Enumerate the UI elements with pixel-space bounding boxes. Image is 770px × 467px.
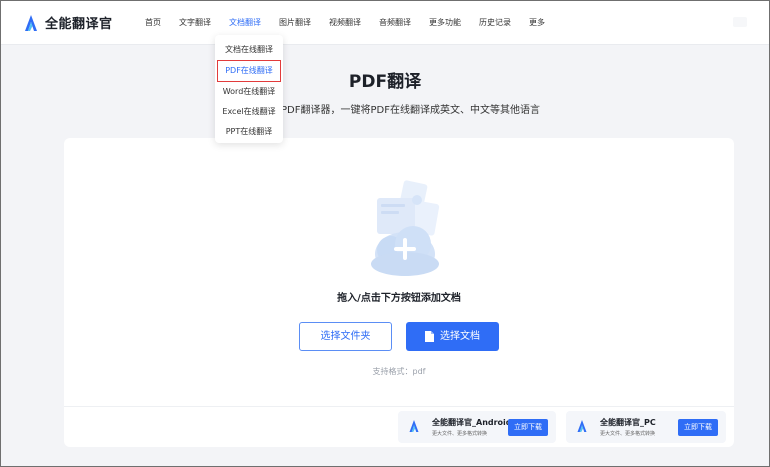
app-window: 全能翻译官 首页 文字翻译 文档翻译 图片翻译 视频翻译 音频翻译 更多功能 历… <box>0 0 770 467</box>
promo-title: 全能翻译官_Android <box>432 418 512 427</box>
nav-audio-translate[interactable]: 音频翻译 <box>372 1 418 45</box>
nav-more-features[interactable]: 更多功能 <box>422 1 468 45</box>
supported-formats: 支持格式：pdf <box>372 367 426 376</box>
page-title: PDF翻译 <box>348 72 422 92</box>
nav-more[interactable]: 更多 <box>522 1 552 45</box>
promo-pc: 全能翻译官_PC 更大文件、更多格式转换 立即下载 <box>566 411 726 443</box>
dropdown-item-word[interactable]: Word在线翻译 <box>217 82 281 102</box>
logo-icon <box>577 420 587 432</box>
download-pc-button[interactable]: 立即下载 <box>678 419 718 436</box>
promo-android: 全能翻译官_Android 更大文件、更多格式转换 立即下载 <box>398 411 556 443</box>
promo-desc: 更大文件、更多格式转换 <box>432 431 488 437</box>
promo-desc: 更大文件、更多格式转换 <box>600 431 656 437</box>
card-divider <box>64 406 734 407</box>
dropdown-item-ppt[interactable]: PPT在线翻译 <box>217 122 281 142</box>
header-placeholder <box>733 17 747 27</box>
nav-video-translate[interactable]: 视频翻译 <box>322 1 368 45</box>
top-header: 全能翻译官 首页 文字翻译 文档翻译 图片翻译 视频翻译 音频翻译 更多功能 历… <box>1 1 769 45</box>
upload-card[interactable]: 拖入/点击下方按钮添加文档 选择文件夹 选择文档 支持格式：pdf 全能翻译官_… <box>64 138 734 447</box>
logo-icon <box>409 420 419 432</box>
document-icon <box>425 331 434 342</box>
page-subtitle: PDF翻译器，一键将PDF在线翻译成英文、中文等其他语言 <box>281 105 540 116</box>
logo[interactable]: 全能翻译官 <box>23 13 113 32</box>
drop-hint: 拖入/点击下方按钮添加文档 <box>337 293 461 304</box>
logo-icon <box>25 14 37 31</box>
document-translate-dropdown: 文档在线翻译 PDF在线翻译 Word在线翻译 Excel在线翻译 PPT在线翻… <box>215 35 283 143</box>
cloud-upload-icon <box>371 180 440 276</box>
dropdown-item-pdf[interactable]: PDF在线翻译 <box>217 60 281 82</box>
nav-history[interactable]: 历史记录 <box>472 1 518 45</box>
app-name: 全能翻译官 <box>45 17 113 32</box>
download-android-button[interactable]: 立即下载 <box>508 419 548 436</box>
main-nav: 首页 文字翻译 文档翻译 图片翻译 视频翻译 音频翻译 更多功能 历史记录 更多 <box>138 1 556 45</box>
select-folder-button[interactable]: 选择文件夹 <box>299 322 392 351</box>
nav-text-translate[interactable]: 文字翻译 <box>172 1 218 45</box>
dropdown-item-excel[interactable]: Excel在线翻译 <box>217 102 281 122</box>
dropdown-item-document[interactable]: 文档在线翻译 <box>217 40 281 60</box>
promo-title: 全能翻译官_PC <box>600 418 656 427</box>
nav-home[interactable]: 首页 <box>138 1 168 45</box>
select-document-button[interactable]: 选择文档 <box>406 322 499 351</box>
select-document-label: 选择文档 <box>440 331 480 342</box>
